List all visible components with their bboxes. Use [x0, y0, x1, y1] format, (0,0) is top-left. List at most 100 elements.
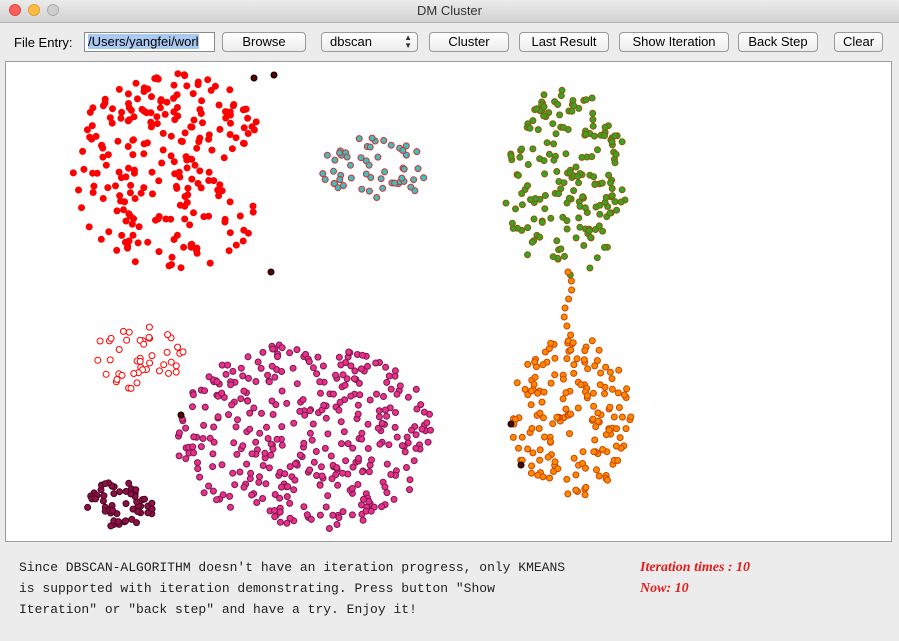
cluster-point-red — [147, 118, 155, 126]
cluster-point-green — [529, 117, 537, 125]
cluster-point-green — [578, 153, 586, 161]
cluster-point-orange — [563, 322, 571, 330]
cluster-point-red — [102, 161, 110, 169]
cluster-point-pink — [391, 367, 399, 375]
cluster-point-orange — [547, 438, 554, 446]
cluster-point-pink — [364, 362, 371, 370]
cluster-point-cyan — [414, 165, 422, 173]
cluster-point-red — [130, 215, 137, 223]
cluster-point-green — [518, 190, 526, 197]
cluster-point-red — [173, 91, 181, 99]
cluster-point-orange — [620, 391, 628, 399]
cluster-point-orange — [569, 339, 577, 347]
clear-button[interactable]: Clear — [834, 32, 883, 52]
cluster-point-red — [204, 76, 212, 84]
cluster-point-orange — [564, 268, 572, 276]
cluster-point-green — [507, 152, 515, 160]
cluster-point-maroon — [122, 500, 130, 508]
cluster-point-cyan — [358, 185, 366, 193]
cluster-point-orange — [605, 426, 613, 434]
cluster-point-red — [99, 102, 107, 110]
cluster-point-red — [122, 217, 130, 225]
cluster-point-green — [582, 96, 590, 104]
cluster-point-light-red — [155, 367, 163, 375]
cluster-point-orange — [610, 413, 618, 421]
cluster-point-pink — [197, 443, 205, 451]
cluster-canvas[interactable] — [5, 61, 892, 542]
cluster-point-red — [220, 154, 228, 162]
cluster-point-maroon — [92, 495, 99, 503]
cluster-point-pink — [239, 442, 247, 450]
cluster-point-pink — [189, 403, 196, 411]
cluster-point-red — [128, 220, 136, 228]
cluster-point-pink — [286, 514, 294, 522]
cluster-point-orange — [567, 331, 575, 339]
cluster-point-pink — [308, 436, 316, 444]
cluster-point-red — [130, 169, 138, 177]
cluster-point-pink — [338, 440, 345, 448]
cluster-point-red — [115, 85, 123, 93]
cluster-point-orange — [594, 417, 602, 425]
cluster-point-red — [118, 231, 126, 239]
cluster-point-orange — [528, 462, 536, 470]
cluster-point-orange — [594, 409, 602, 417]
algorithm-select[interactable]: dbscan ▲ ▼ — [321, 32, 418, 52]
cluster-point-green — [602, 193, 610, 201]
cluster-point-red — [205, 131, 213, 139]
browse-button[interactable]: Browse — [222, 32, 306, 52]
cluster-point-green — [508, 219, 516, 227]
cluster-point-red — [249, 202, 257, 210]
back-step-button[interactable]: Back Step — [738, 32, 818, 52]
cluster-point-orange — [535, 425, 543, 432]
status-message-line: is supported with iteration demonstratin… — [19, 581, 495, 596]
file-entry-input[interactable]: /Users/yangfei/worl — [84, 32, 215, 52]
cluster-point-cyan — [321, 176, 329, 183]
cluster-point-green — [582, 130, 590, 138]
cluster-point-pink — [301, 411, 309, 419]
cluster-point-orange — [591, 436, 599, 444]
cluster-point-pink — [269, 445, 277, 453]
iteration-now: Now: 10 — [640, 581, 689, 596]
cluster-point-cyan — [336, 149, 343, 157]
cluster-point-cyan — [377, 175, 385, 183]
cluster-point-pink — [299, 396, 307, 404]
cluster-point-green — [618, 138, 626, 146]
cluster-point-pink — [278, 387, 286, 395]
cluster-point-red — [184, 184, 192, 192]
iteration-times: Iteration times : 10 — [640, 560, 751, 575]
cluster-point-pink — [199, 435, 207, 442]
cluster-point-green — [608, 185, 616, 192]
cluster-point-pink — [219, 491, 227, 499]
cluster-point-red — [104, 151, 112, 159]
show-iteration-button[interactable]: Show Iteration — [619, 32, 729, 52]
cluster-point-red — [108, 119, 116, 127]
file-entry-value: /Users/yangfei/worl — [88, 34, 199, 49]
cluster-point-pink — [354, 481, 362, 488]
cluster-point-orange — [615, 366, 623, 374]
cluster-point-pink — [340, 428, 348, 436]
select-arrows-icon: ▲ ▼ — [404, 33, 412, 50]
cluster-point-orange — [590, 402, 598, 410]
cluster-point-pink — [252, 378, 260, 385]
cluster-point-pink — [385, 372, 393, 380]
cluster-point-pink — [354, 401, 362, 409]
cluster-point-red — [226, 86, 234, 94]
cluster-point-light-red — [130, 370, 138, 377]
cluster-point-pink — [227, 503, 234, 511]
cluster-point-pink — [268, 362, 276, 370]
cluster-point-green — [530, 215, 538, 223]
cluster-point-pink — [322, 414, 330, 422]
cluster-point-pink — [244, 353, 252, 361]
last-result-button[interactable]: Last Result — [519, 32, 609, 52]
cluster-point-orange — [573, 355, 581, 363]
cluster-point-orange — [589, 389, 597, 397]
cluster-point-green — [594, 146, 601, 154]
cluster-point-green — [502, 199, 510, 207]
title-bar: DM Cluster — [0, 0, 899, 23]
cluster-point-pink — [368, 456, 375, 464]
cluster-point-pink — [286, 349, 294, 357]
cluster-point-pink — [316, 511, 324, 519]
cluster-point-red — [157, 97, 165, 105]
cluster-point-red — [189, 90, 197, 98]
cluster-button[interactable]: Cluster — [429, 32, 509, 52]
